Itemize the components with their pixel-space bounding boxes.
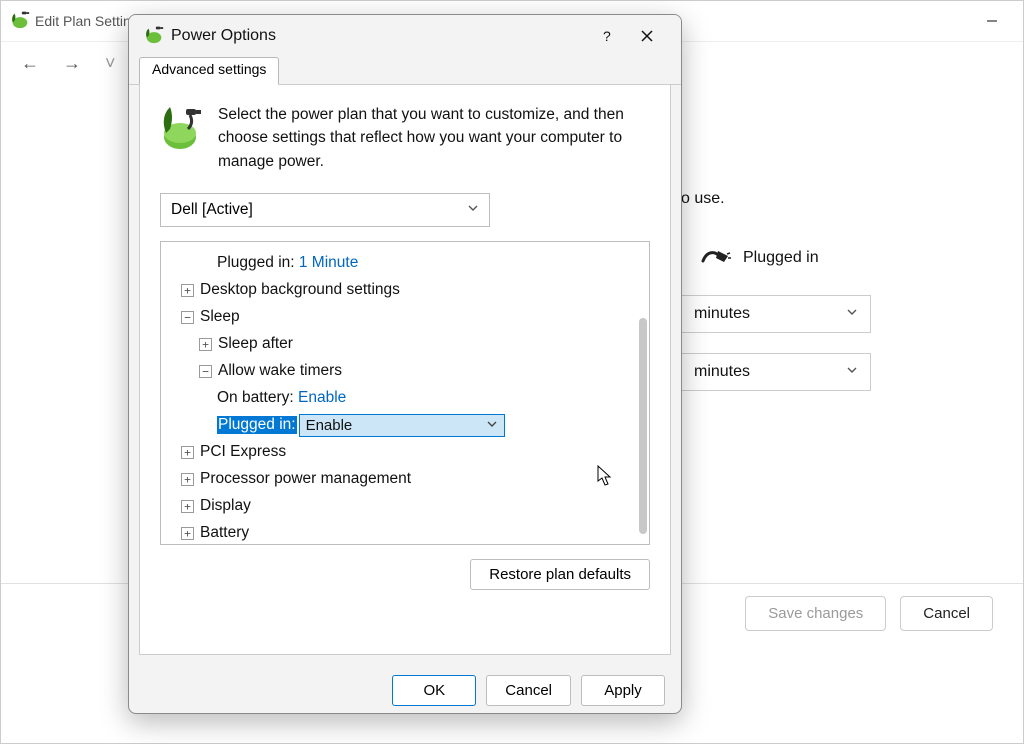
- collapse-icon[interactable]: −: [199, 365, 212, 378]
- expand-icon[interactable]: +: [199, 338, 212, 351]
- tree-node-processor[interactable]: + Processor power management: [167, 466, 635, 493]
- chevron-down-icon: [846, 305, 858, 323]
- chevron-down-icon: [486, 417, 498, 434]
- forward-button[interactable]: →: [63, 53, 81, 74]
- tree-node-sleep-after[interactable]: + Sleep after: [167, 331, 635, 358]
- power-icon: [143, 23, 165, 50]
- tree-leaf-on-battery[interactable]: On battery: Enable: [167, 385, 635, 412]
- selected-label: Plugged in:: [217, 416, 297, 434]
- chevron-down-icon: [846, 363, 858, 381]
- collapse-icon[interactable]: −: [181, 311, 194, 324]
- chevron-down-icon: [467, 201, 479, 219]
- battery-icon: [160, 103, 204, 173]
- apply-button[interactable]: Apply: [581, 675, 665, 706]
- expand-icon[interactable]: +: [181, 446, 194, 459]
- ok-button[interactable]: OK: [392, 675, 476, 706]
- expand-icon[interactable]: +: [181, 284, 194, 297]
- tree-node-desktop-background[interactable]: + Desktop background settings: [167, 277, 635, 304]
- power-icon: [9, 8, 31, 35]
- dialog-title: Power Options: [171, 27, 276, 45]
- dialog-footer: OK Cancel Apply: [129, 667, 681, 713]
- dialog-tabs: Advanced settings: [129, 57, 681, 85]
- cancel-button[interactable]: Cancel: [486, 675, 571, 706]
- cancel-button[interactable]: Cancel: [900, 596, 993, 631]
- tree-leaf-plugged-in-1min[interactable]: Plugged in: 1 Minute: [167, 250, 635, 277]
- plug-icon: [701, 245, 731, 270]
- tab-advanced-settings[interactable]: Advanced settings: [139, 57, 279, 85]
- dialog-pane: Select the power plan that you want to c…: [139, 85, 671, 655]
- tree-node-allow-wake-timers[interactable]: − Allow wake timers: [167, 358, 635, 385]
- save-changes-button[interactable]: Save changes: [745, 596, 886, 631]
- up-button[interactable]: ˅: [105, 53, 116, 74]
- minimize-button[interactable]: [969, 5, 1015, 37]
- help-button[interactable]: ?: [587, 21, 627, 51]
- back-button[interactable]: ←: [21, 53, 39, 74]
- tree-node-sleep[interactable]: − Sleep: [167, 304, 635, 331]
- power-options-dialog: Power Options ? Advanced settings Select…: [128, 14, 682, 714]
- plugged-in-header: Plugged in: [701, 245, 819, 270]
- tree-node-pci-express[interactable]: + PCI Express: [167, 439, 635, 466]
- expand-icon[interactable]: +: [181, 500, 194, 513]
- settings-tree: Plugged in: 1 Minute + Desktop backgroun…: [160, 241, 650, 545]
- sleep-minutes-select-1[interactable]: minutes: [681, 295, 871, 333]
- intro-text: Select the power plan that you want to c…: [218, 103, 650, 173]
- expand-icon[interactable]: +: [181, 473, 194, 486]
- tree-node-battery[interactable]: + Battery: [167, 520, 635, 547]
- close-button[interactable]: [627, 21, 667, 51]
- partial-text: o use.: [681, 190, 725, 208]
- svg-text:?: ?: [603, 29, 611, 43]
- plugged-in-label: Plugged in: [743, 249, 819, 267]
- tree-leaf-plugged-in-selected[interactable]: Plugged in: Enable: [167, 412, 635, 439]
- power-plan-select[interactable]: Dell [Active]: [160, 193, 490, 227]
- wake-timer-plugged-in-combo[interactable]: Enable: [299, 414, 505, 437]
- tree-node-display[interactable]: + Display: [167, 493, 635, 520]
- scrollbar-thumb[interactable]: [639, 318, 647, 534]
- sleep-minutes-select-2[interactable]: minutes: [681, 353, 871, 391]
- expand-icon[interactable]: +: [181, 527, 194, 540]
- restore-defaults-button[interactable]: Restore plan defaults: [470, 559, 650, 590]
- dialog-titlebar: Power Options ?: [129, 15, 681, 57]
